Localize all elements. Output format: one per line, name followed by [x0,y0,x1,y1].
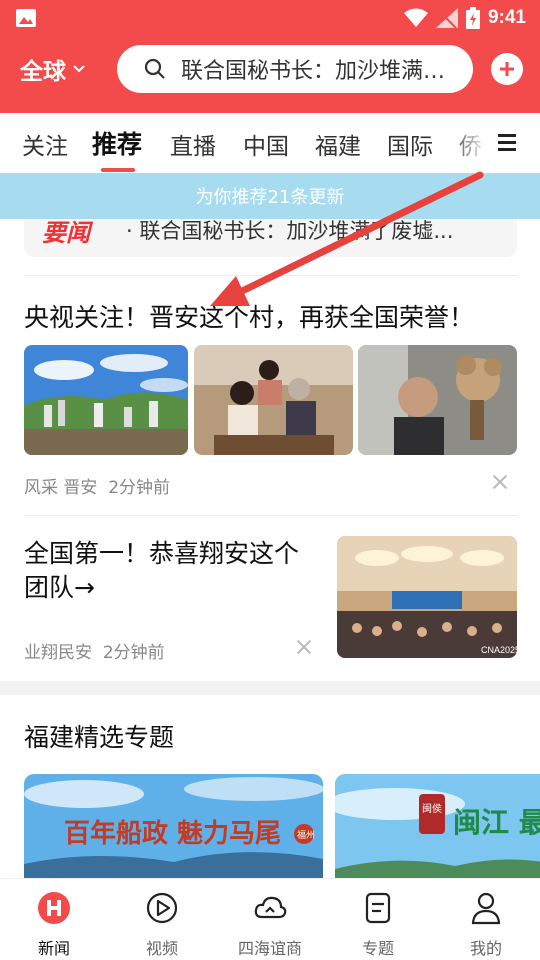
search-icon [144,58,165,79]
tab-follow[interactable]: 关注 [22,127,68,161]
document-icon [365,892,391,924]
channel-tabs: 关注 推荐 直播 中国 福建 国际 侨 [0,113,540,173]
dismiss-icon[interactable] [297,640,311,654]
article-meta: 风采 晋安 2分钟前 [24,473,170,498]
topic-card-minjiang[interactable]: 闽侯 闽江 最美的闽 [335,774,540,884]
nav-business[interactable]: 四海谊商 [230,891,310,959]
tab-china[interactable]: 中国 [243,127,289,161]
tab-recommend[interactable]: 推荐 [92,125,142,161]
play-icon [146,892,178,924]
article-meta: 业翔民安 2分钟前 [24,638,165,663]
tabs-menu-icon[interactable] [498,134,518,154]
article-title[interactable]: 全国第一！恭喜翔安这个团队→ [24,537,314,605]
section-title: 福建精选专题 [24,723,175,752]
tab-live[interactable]: 直播 [170,127,216,161]
topic-stamp: 福州 [297,829,315,841]
divider [24,275,517,276]
tabs-fade [448,113,488,173]
elder-photo-icon [358,345,517,455]
refresh-banner-text: 为你推荐21条更新 [195,187,345,208]
headline-text: · 联合国秘书长：加沙堆满了废墟... [126,219,454,243]
topic-banner-mawei: 百年船政 魅力马尾 福州 [24,774,323,884]
battery-icon [465,7,480,29]
article-source: 风采 晋安 [24,478,98,498]
wifi-icon [403,8,428,27]
city-photo-icon [24,345,188,455]
article-image-conference[interactable]: CNA2025 [337,536,517,658]
search-bar[interactable]: 联合国秘书长：加沙堆满… [117,45,473,93]
nav-label: 四海谊商 [237,939,302,958]
add-button[interactable] [491,53,523,85]
article-image-craft[interactable] [194,345,353,455]
nav-news[interactable]: 新闻 [14,891,94,959]
nav-label: 专题 [361,939,394,958]
nav-profile[interactable]: 我的 [446,891,526,959]
app-header: 9:41 全球 联合国秘书长：加沙堆满… [0,0,540,113]
image-watermark: CNA2025 [481,645,517,655]
article-image-elder[interactable] [358,345,517,455]
region-selector[interactable]: 全球 [20,52,86,86]
tab-international[interactable]: 国际 [387,127,433,161]
tab-fujian[interactable]: 福建 [315,127,361,161]
article-title[interactable]: 央视关注！晋安这个村，再获全国荣誉！ [24,298,474,334]
no-signal-icon [435,8,458,28]
search-query-text: 联合国秘书长：加沙堆满… [181,59,446,84]
chevron-down-icon [73,65,85,73]
article-source: 业翔民安 [24,643,92,663]
topic-art-text: 闽江 最美的闽 [453,806,540,839]
nav-topics[interactable]: 专题 [338,891,418,959]
section-gap [0,681,540,695]
news-icon [38,892,70,924]
article-image-city[interactable] [24,345,188,455]
status-bar: 9:41 [0,0,540,36]
region-label: 全球 [20,59,66,85]
article-time: 2分钟前 [102,643,165,663]
nav-label: 我的 [469,939,502,958]
refresh-banner: 为你推荐21条更新 [0,173,540,219]
article-time: 2分钟前 [108,478,171,498]
cloud-icon [254,896,287,919]
divider [24,515,517,516]
clock-time: 9:41 [487,7,526,28]
topic-card-mawei[interactable]: 百年船政 魅力马尾 福州 [24,774,323,884]
person-icon [471,892,501,925]
active-tab-indicator [101,168,135,172]
topic-art-text: 百年船政 魅力马尾 [64,818,281,849]
topic-stamp: 闽侯 [422,802,442,815]
dismiss-icon[interactable] [493,475,507,489]
bottom-nav: 新闻 视频 四海谊商 专题 我的 [0,878,540,960]
nav-video[interactable]: 视频 [122,891,202,959]
conference-photo-icon: CNA2025 [337,536,517,658]
craft-photo-icon [194,345,353,455]
topic-banner-minjiang: 闽侯 闽江 最美的闽 [335,774,540,884]
nav-label: 新闻 [37,939,70,958]
image-notification-icon [16,9,36,27]
plus-icon [500,62,514,76]
nav-label: 视频 [145,939,178,958]
